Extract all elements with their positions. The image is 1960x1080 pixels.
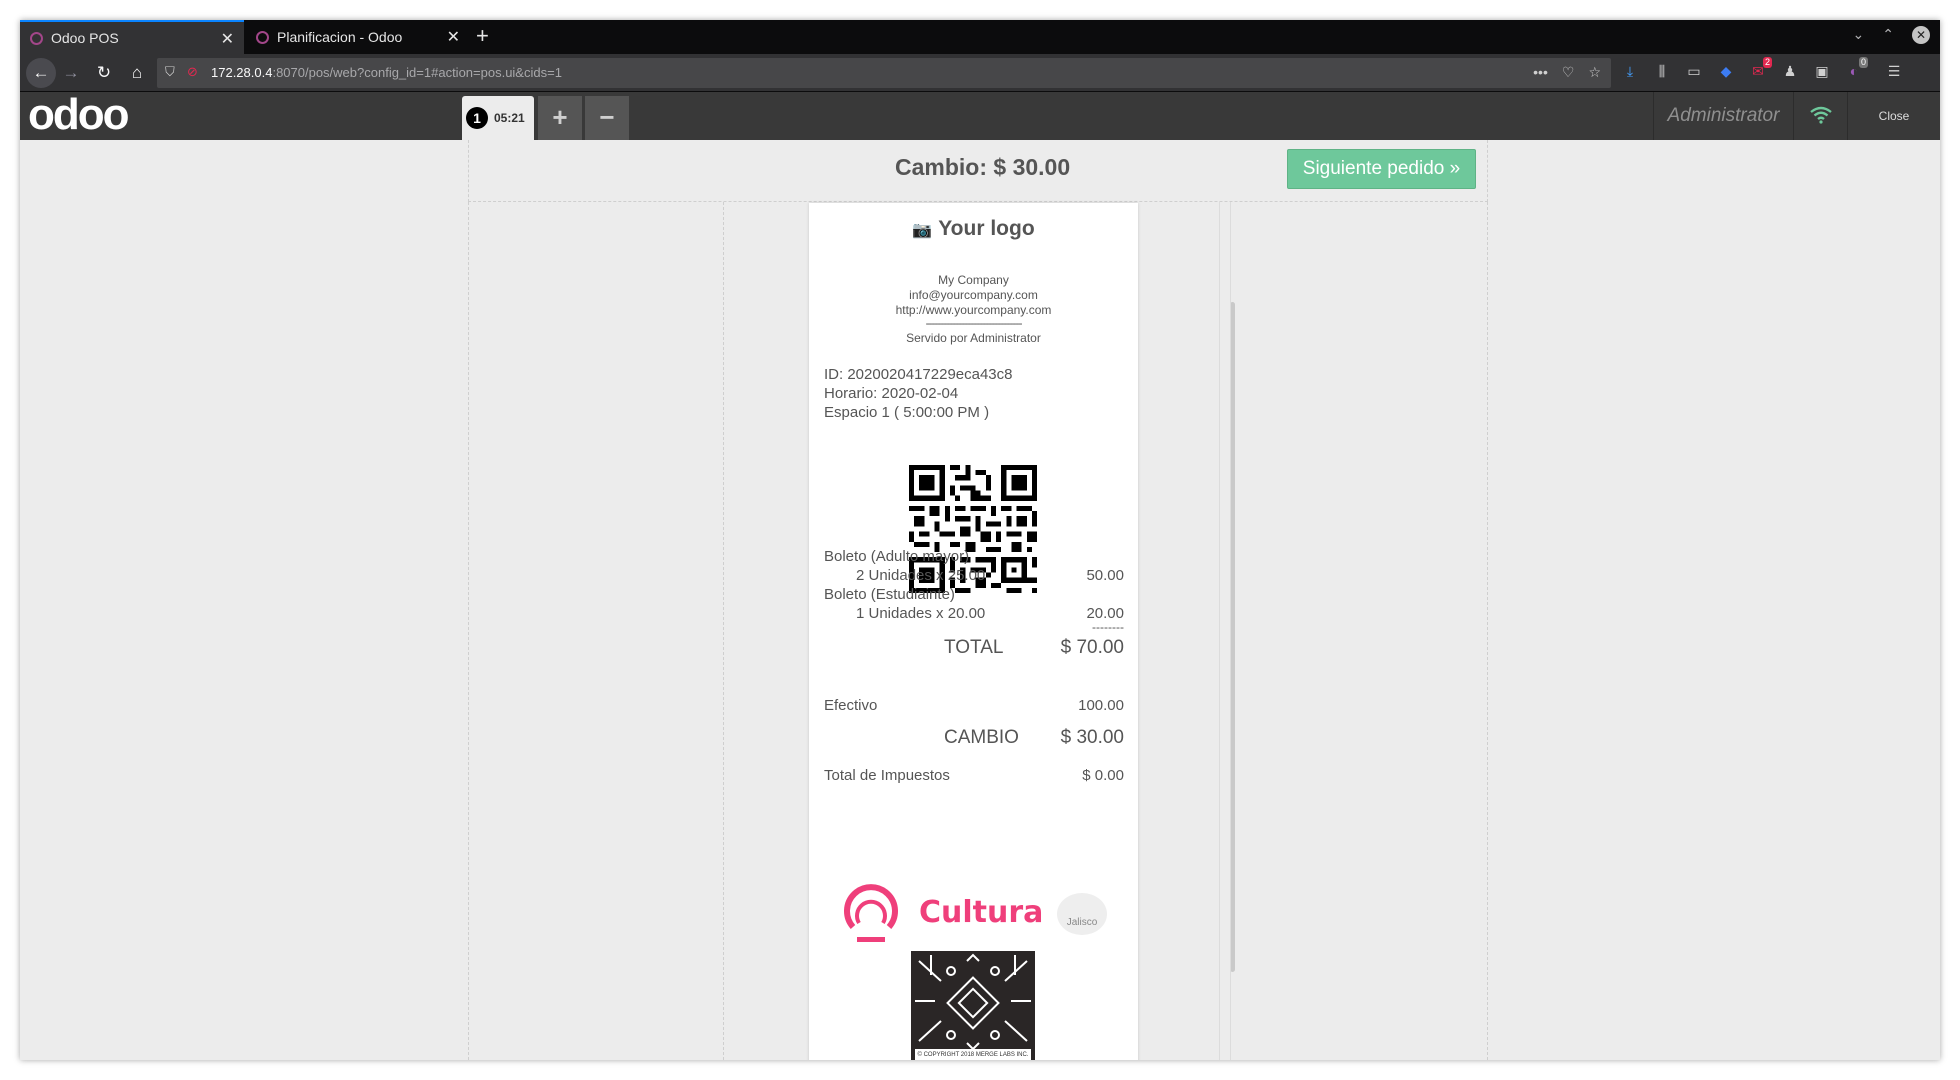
downloads-icon[interactable]: ⤓ [1620, 63, 1640, 80]
bookmark-star-icon[interactable]: ☆ [1588, 64, 1601, 81]
tab-title: Odoo POS [51, 30, 119, 46]
close-tab-icon[interactable]: ✕ [447, 27, 460, 47]
total-label: TOTAL [944, 637, 1004, 658]
odoo-favicon-icon [30, 31, 43, 45]
forward-button[interactable]: → [60, 62, 82, 84]
company-name: My Company [938, 273, 1009, 287]
subtotal-separator: -------- [1092, 620, 1124, 634]
connection-status[interactable] [1793, 92, 1847, 140]
menu-icon[interactable]: ☰ [1884, 63, 1904, 80]
url-bar[interactable]: ⛉ ⊘ 172.28.0.4:8070/pos/web?config_id=1#… [157, 58, 1611, 88]
event-artwork: © COPYRIGHT 2018 MERGE LABS INC. [911, 951, 1035, 1060]
wifi-icon [1810, 106, 1832, 124]
left-panel-border [468, 202, 469, 1060]
pos-close-button[interactable]: Close [1847, 92, 1940, 140]
browser-nav-bar: ← → ↻ ⌂ ⛉ ⊘ 172.28.0.4:8070/pos/web?conf… [20, 54, 1940, 92]
url-text[interactable]: 172.28.0.4:8070/pos/web?config_id=1#acti… [211, 65, 562, 80]
company-email: info@yourcompany.com [909, 288, 1038, 302]
next-order-button[interactable]: Siguiente pedido » [1287, 149, 1476, 189]
tracking-shield-icon[interactable]: ⛉ [165, 64, 175, 80]
tab-odoo-pos[interactable]: Odoo POS ✕ [20, 20, 244, 54]
line-qty: 2 Unidades x 25.00 [856, 567, 986, 584]
reload-button[interactable]: ↻ [93, 62, 115, 84]
insecure-lock-icon[interactable]: ⊘ [187, 64, 198, 80]
jalisco-seal: Jalisco [1057, 893, 1107, 935]
add-order-button[interactable]: + [538, 96, 582, 140]
served-by: Servido por Administrator [906, 331, 1041, 345]
artwork-caption: © COPYRIGHT 2018 MERGE LABS INC. [915, 1049, 1031, 1060]
header-separator: -------------------------------- [925, 316, 1023, 330]
order-number: 1 [466, 107, 488, 129]
payment-label: Efectivo [824, 697, 878, 714]
line-product: Boleto (Adulto mayor) [824, 548, 970, 565]
order-tab[interactable]: 1 05:21 [462, 96, 534, 140]
mail-icon[interactable]: ✉ 2 [1748, 57, 1772, 80]
bitwarden-icon[interactable]: ◆ [1716, 63, 1736, 80]
left-panel-divider [723, 202, 724, 1060]
user-name[interactable]: Administrator [1653, 92, 1793, 140]
line-product: Boleto (Estudiainte) [824, 586, 955, 603]
browser-toolbar: ⤓ ⫼ ▭ ◆ ✉ 2 ♟ ▣ ◐ 0 ☰ [1620, 57, 1904, 80]
receipt: 📷 Your logo My Company info@yourcompany.c… [809, 203, 1138, 1060]
window-controls: ⌄ ⌃ ✕ [1853, 26, 1930, 44]
cultura-text: Cultura [919, 895, 1044, 930]
browser-window: Odoo POS ✕ Planificacion - Odoo ✕ + ⌄ ⌃ … [20, 20, 1940, 1060]
extension-badge-icon[interactable]: ◐ 0 [1844, 57, 1868, 80]
ticket-schedule: Horario: 2020-02-04 [824, 385, 959, 402]
right-panel [1230, 202, 1488, 1060]
sidebar-icon[interactable]: ▭ [1684, 63, 1704, 80]
scroll-track [1219, 202, 1220, 1060]
browser-tab-bar: Odoo POS ✕ Planificacion - Odoo ✕ + ⌄ ⌃ … [20, 20, 1940, 54]
tax-label: Total de Impuestos [824, 767, 950, 784]
remove-order-button[interactable]: − [585, 96, 629, 140]
close-tab-icon[interactable]: ✕ [221, 29, 234, 49]
change-amount: Cambio: $ 30.00 [895, 154, 1071, 180]
cultura-logo: Cultura Jalisco [839, 883, 1129, 947]
ticket-id: ID: 2020020417229eca43c8 [824, 366, 1013, 383]
total-value: $ 70.00 [1060, 637, 1124, 658]
window-close-icon[interactable]: ✕ [1912, 26, 1930, 44]
artwork-pattern [915, 953, 1031, 1051]
receipt-top-bar: Cambio: $ 30.00 Siguiente pedido » [468, 140, 1488, 202]
odoo-logo: odoo [28, 90, 130, 139]
ticket-space: Espacio 1 ( 5:00:00 PM ) [824, 404, 990, 421]
extension-icon[interactable]: ♟ [1780, 63, 1800, 80]
order-time: 05:21 [494, 111, 525, 125]
line-amount: 50.00 [1086, 567, 1124, 584]
tax-value: $ 0.00 [1082, 767, 1124, 784]
tab-title: Planificacion - Odoo [277, 29, 403, 45]
receipt-screen: Cambio: $ 30.00 Siguiente pedido » 📷 Your… [20, 140, 1940, 1060]
library-icon[interactable]: ⫼ [1652, 63, 1672, 80]
translate-icon[interactable]: ▣ [1812, 63, 1832, 80]
pos-header: odoo 1 05:21 + − Administrator Close [20, 92, 1940, 140]
minimize-icon[interactable]: ⌃ [1882, 26, 1894, 44]
tab-planificacion[interactable]: Planificacion - Odoo ✕ [246, 20, 470, 54]
pocket-icon[interactable]: ♡ [1562, 64, 1575, 81]
home-button[interactable]: ⌂ [126, 62, 148, 84]
payment-value: 100.00 [1078, 697, 1124, 714]
line-qty: 1 Unidades x 20.00 [856, 605, 986, 622]
company-website: http://www.yourcompany.com [895, 303, 1052, 317]
change-label: CAMBIO [944, 727, 1019, 748]
cultura-ring-icon [844, 884, 898, 942]
url-actions: ••• ♡ ☆ [1533, 64, 1601, 81]
more-actions-icon[interactable]: ••• [1533, 64, 1548, 81]
camera-icon: 📷 [912, 222, 933, 239]
back-button[interactable]: ← [26, 58, 56, 88]
odoo-favicon-icon [256, 30, 269, 44]
receipt-logo: 📷 Your logo [912, 217, 1035, 240]
tab-list-icon[interactable]: ⌄ [1853, 26, 1865, 44]
change-value: $ 30.00 [1060, 727, 1124, 748]
new-tab-button[interactable]: + [476, 23, 489, 49]
